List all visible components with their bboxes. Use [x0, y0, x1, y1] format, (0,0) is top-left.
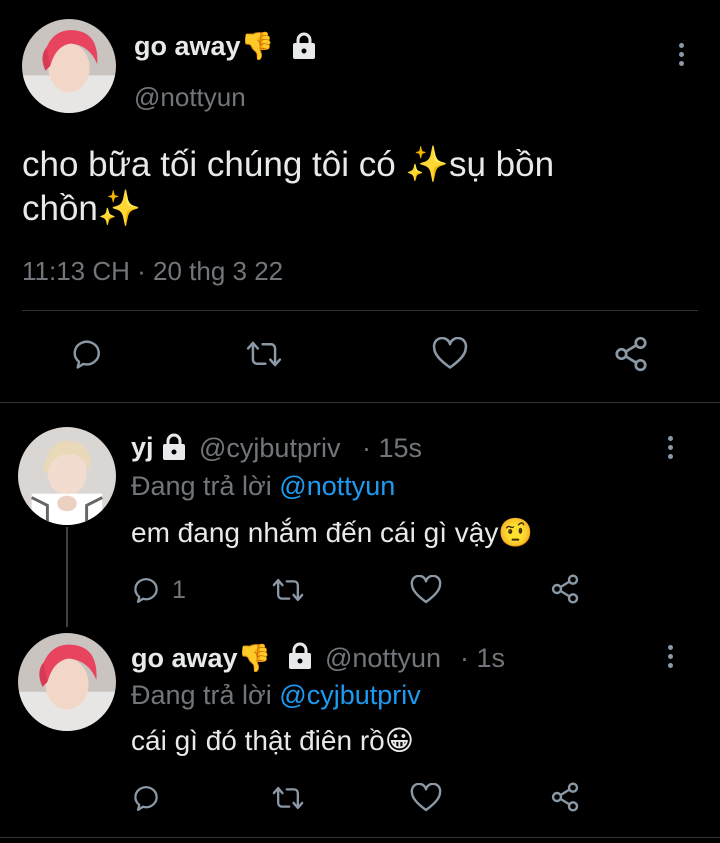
reply-1-replying-to: Đang trả lời @nottyun: [131, 471, 395, 502]
replying-to-label: Đang trả lời: [131, 680, 272, 710]
reply-1-avatar[interactable]: [18, 427, 116, 525]
main-display-name[interactable]: go away👎: [134, 30, 274, 62]
reply-2-time: · 1s: [460, 643, 506, 673]
tweet-text-line-2: chồn✨: [22, 189, 142, 228]
main-avatar[interactable]: [22, 19, 116, 113]
reply-2-replying-to: Đang trả lời @cyjbutpriv: [131, 680, 421, 711]
share-icon[interactable]: [612, 335, 650, 373]
lock-icon: [291, 32, 317, 60]
tweet-timestamp: 11:13 CH · 20 thg 3 22: [22, 256, 284, 286]
more-icon[interactable]: [666, 436, 674, 463]
reply-2-avatar[interactable]: [18, 633, 116, 731]
reply-2-text: cái gì đó thật điên rồ😀: [131, 725, 414, 756]
like-icon[interactable]: [410, 575, 442, 605]
replying-to-handle[interactable]: @nottyun: [279, 471, 395, 501]
replying-to-label: Đang trả lời: [131, 471, 272, 501]
share-icon[interactable]: [549, 573, 581, 605]
divider: [22, 310, 698, 311]
divider: [0, 402, 720, 403]
reply-icon[interactable]: [72, 337, 106, 371]
divider: [0, 837, 720, 838]
tweet-text-line-1: cho bữa tối chúng tôi có ✨sụ bồn: [22, 145, 555, 184]
more-icon[interactable]: [666, 645, 674, 672]
main-handle[interactable]: @nottyun: [134, 82, 246, 113]
retweet-icon[interactable]: [272, 575, 304, 605]
reply-count: 1: [172, 576, 186, 604]
like-icon[interactable]: [410, 783, 442, 813]
like-icon[interactable]: [432, 337, 468, 371]
reply-1-handle[interactable]: @cyjbutpriv: [199, 433, 340, 464]
retweet-icon[interactable]: [246, 337, 282, 371]
reply-icon[interactable]: [133, 575, 163, 605]
reply-1-display-name[interactable]: yj: [131, 432, 154, 463]
reply-1-time: · 15s: [362, 433, 423, 463]
thread-line: [66, 527, 68, 627]
more-icon[interactable]: [677, 43, 685, 70]
reply-icon[interactable]: [133, 783, 163, 813]
lock-icon: [161, 433, 187, 461]
retweet-icon[interactable]: [272, 783, 304, 813]
reply-2-display-name[interactable]: go away👎: [131, 642, 271, 674]
share-icon[interactable]: [549, 781, 581, 813]
lock-icon: [287, 642, 313, 670]
reply-2-handle[interactable]: @nottyun: [325, 643, 441, 674]
replying-to-handle[interactable]: @cyjbutpriv: [279, 680, 420, 710]
reply-1-text: em đang nhắm đến cái gì vậy🤨: [131, 517, 534, 548]
